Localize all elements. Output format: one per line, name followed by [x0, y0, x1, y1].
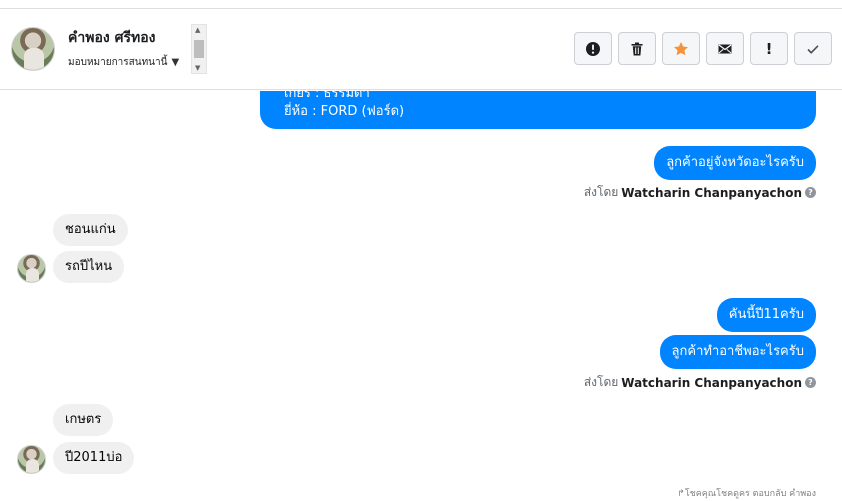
- mark-unread-button[interactable]: [706, 32, 744, 65]
- incoming-message[interactable]: รถปีไหน: [53, 251, 125, 283]
- conversation-toolbar: !: [574, 32, 832, 65]
- contact-name[interactable]: คำพอง ศรีทอง: [68, 27, 155, 49]
- scroll-up-arrow-icon[interactable]: ▲: [195, 26, 200, 34]
- assign-label: มอบหมายการสนทนานี้: [68, 57, 168, 68]
- outgoing-message[interactable]: เกียร์ : ธรรมดา ยี่ห้อ : FORD (ฟอร์ด): [260, 91, 816, 129]
- incoming-message[interactable]: ปี2011บ่อ: [53, 442, 135, 474]
- trash-icon: [631, 42, 643, 55]
- assign-scrollbar[interactable]: ▲ ▼: [191, 24, 207, 74]
- follow-up-button[interactable]: !: [750, 32, 788, 65]
- incoming-message[interactable]: ชอนแก่น: [53, 214, 128, 246]
- sent-by-label: ส่งโดย Watcharin Chanpanyachon ?: [584, 183, 816, 202]
- caret-down-icon: ▼: [171, 57, 180, 68]
- sent-by-name: Watcharin Chanpanyachon: [621, 375, 802, 390]
- star-icon: [674, 41, 688, 55]
- sender-avatar[interactable]: [17, 254, 46, 283]
- help-icon[interactable]: ?: [805, 187, 816, 198]
- checkmark-icon: [807, 44, 819, 54]
- sent-by-prefix: ส่งโดย: [583, 375, 619, 389]
- alert-circle-icon: [586, 41, 600, 56]
- outgoing-message[interactable]: ลูกค้าทำอาชีพอะไรครับ: [659, 335, 816, 369]
- incoming-message[interactable]: เกษตร: [53, 404, 114, 436]
- reply-footer-note: ↱โชคคุณโชคดูคร ตอบกลับ คำพอง: [677, 489, 816, 499]
- sender-avatar[interactable]: [17, 445, 46, 474]
- scroll-down-arrow-icon[interactable]: ▼: [195, 64, 200, 72]
- message-line: เกียร์ : ธรรมดา: [284, 91, 370, 101]
- star-button[interactable]: [662, 32, 700, 65]
- outgoing-message[interactable]: ลูกค้าอยู่จังหวัดอะไรครับ: [654, 146, 816, 180]
- delete-button[interactable]: [618, 32, 656, 65]
- sent-by-label: ส่งโดย Watcharin Chanpanyachon ?: [584, 373, 816, 392]
- message-thread[interactable]: เกียร์ : ธรรมดา ยี่ห้อ : FORD (ฟอร์ด) ลู…: [0, 91, 842, 501]
- scroll-thumb[interactable]: [194, 40, 204, 58]
- sent-by-name: Watcharin Chanpanyachon: [621, 185, 802, 200]
- contact-avatar[interactable]: [11, 27, 55, 71]
- assign-conversation-dropdown[interactable]: มอบหมายการสนทนานี้ ▼: [68, 55, 179, 70]
- envelope-icon: [718, 44, 732, 53]
- help-icon[interactable]: ?: [805, 377, 816, 388]
- outgoing-message[interactable]: คันนี้ปี11ครับ: [716, 298, 816, 332]
- conversation-header: คำพอง ศรีทอง มอบหมายการสนทนานี้ ▼ ▲ ▼ !: [0, 8, 842, 90]
- exclamation-icon: !: [765, 39, 773, 58]
- message-line: ยี่ห้อ : FORD (ฟอร์ด): [284, 104, 405, 119]
- mark-spam-button[interactable]: [574, 32, 612, 65]
- sent-by-prefix: ส่งโดย: [583, 185, 619, 199]
- mark-done-button[interactable]: [794, 32, 832, 65]
